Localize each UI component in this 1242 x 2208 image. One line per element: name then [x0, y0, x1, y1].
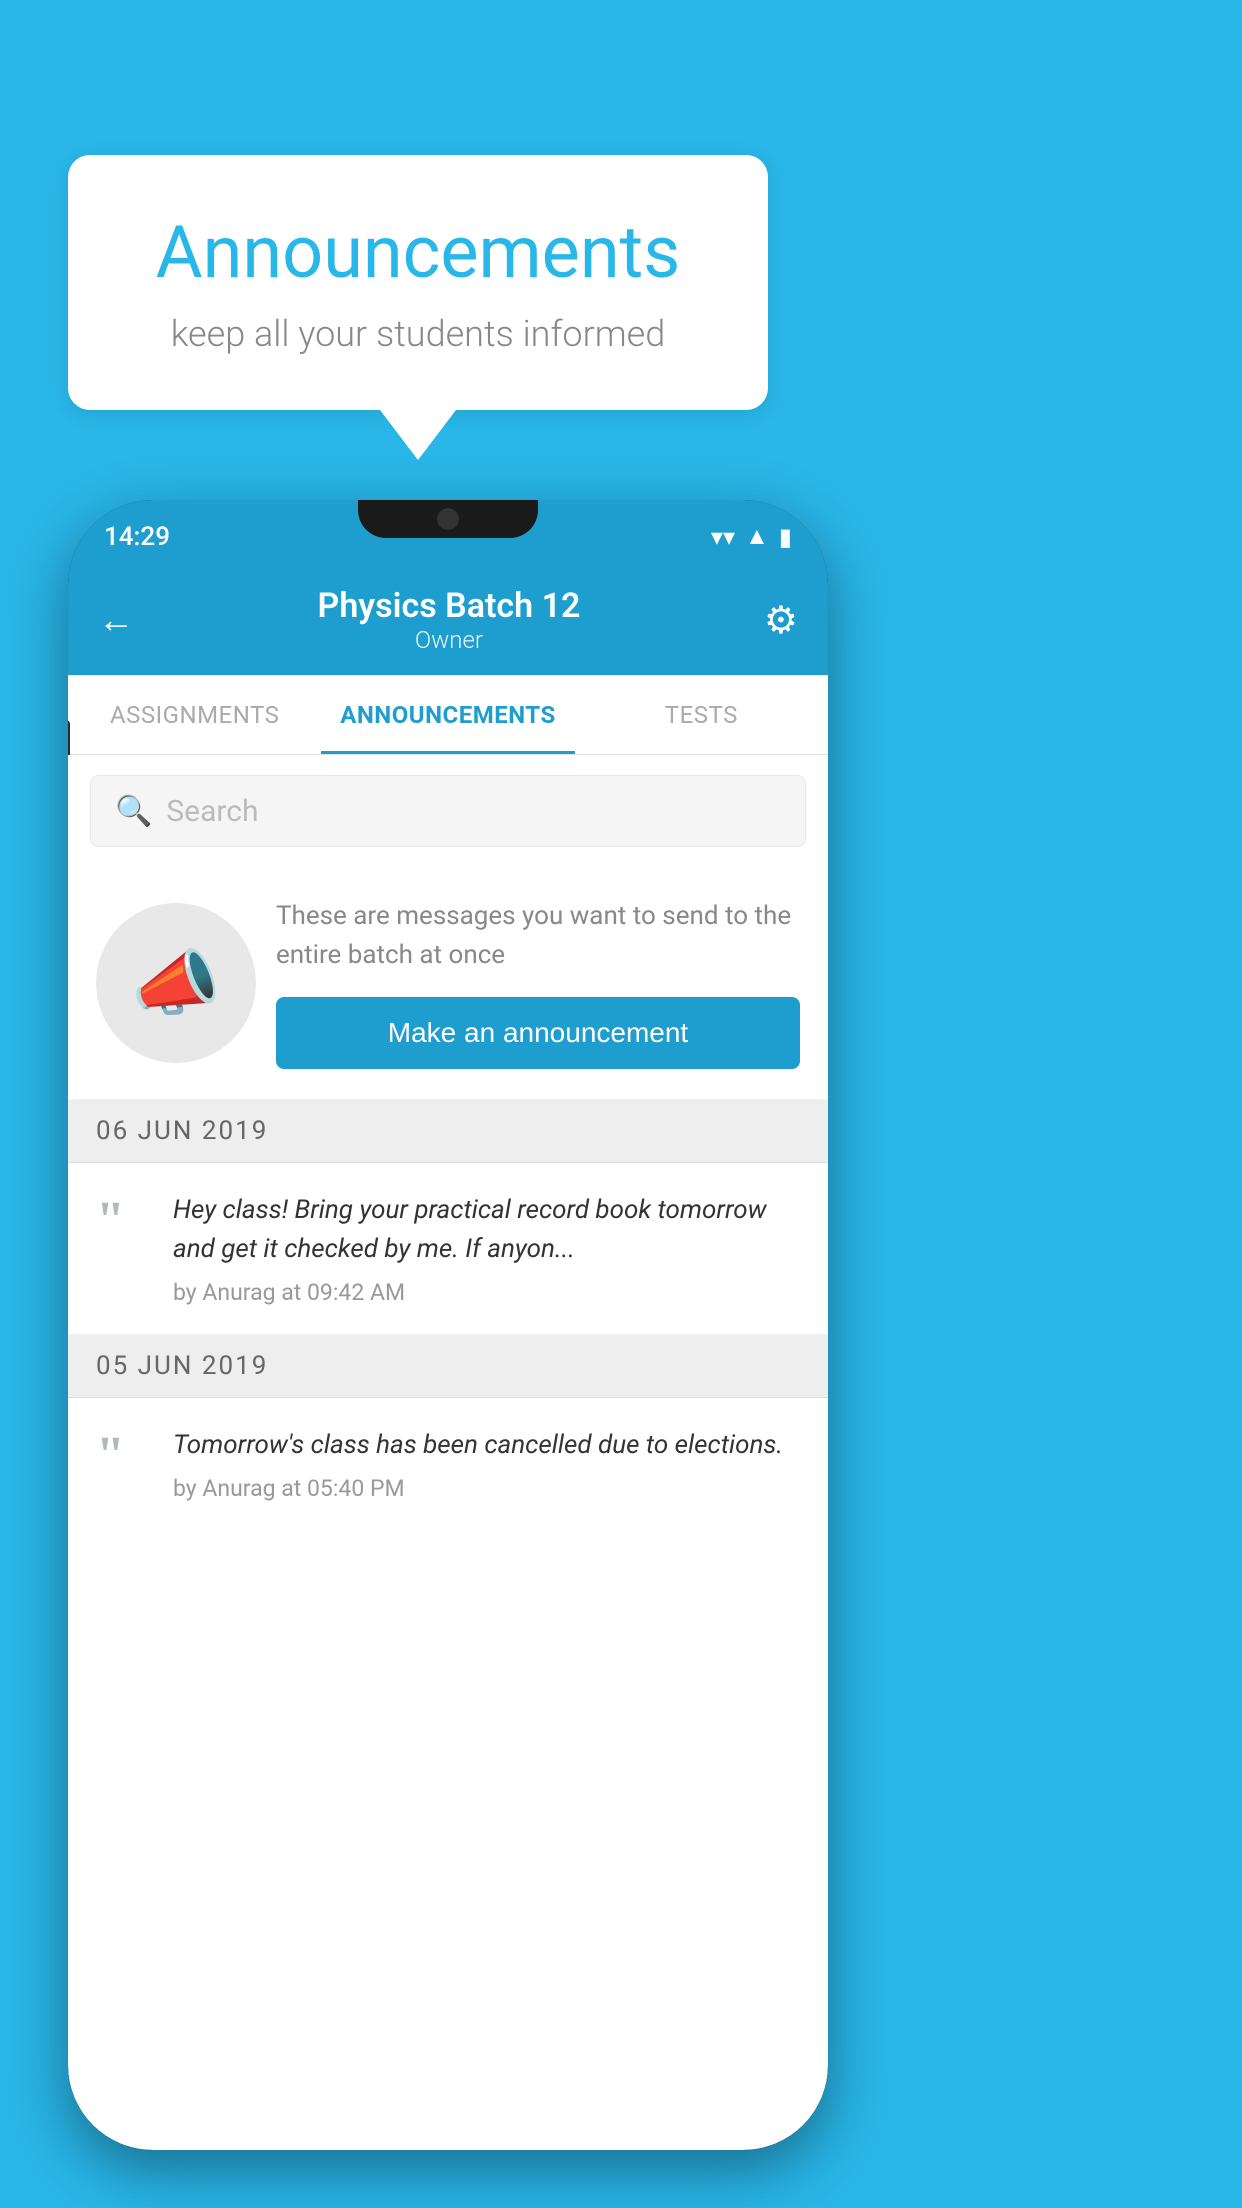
tabs-bar: ASSIGNMENTS ANNOUNCEMENTS TESTS	[68, 675, 828, 755]
wifi-icon: ▾▾	[711, 523, 735, 551]
status-time: 14:29	[104, 522, 170, 552]
tab-announcements[interactable]: ANNOUNCEMENTS	[321, 675, 574, 754]
app-header: ← Physics Batch 12 Owner ⚙	[68, 565, 828, 675]
announcement-icon-circle: 📣	[96, 903, 256, 1063]
speech-bubble-arrow	[380, 410, 456, 460]
date-header-2: 05 JUN 2019	[68, 1335, 828, 1398]
make-announcement-button[interactable]: Make an announcement	[276, 997, 800, 1069]
announcement-item-1: " Hey class! Bring your practical record…	[68, 1163, 828, 1335]
announcement-author-1: by Anurag at 09:42 AM	[173, 1279, 800, 1306]
promo-content: These are messages you want to send to t…	[276, 897, 800, 1069]
phone-notch	[358, 500, 538, 538]
search-bar[interactable]: 🔍 Search	[90, 775, 806, 847]
speech-bubble-container: Announcements keep all your students inf…	[68, 155, 768, 460]
header-subtitle: Owner	[318, 626, 581, 654]
promo-description: These are messages you want to send to t…	[276, 897, 800, 975]
announcement-message-2: Tomorrow's class has been cancelled due …	[173, 1426, 783, 1465]
speech-bubble: Announcements keep all your students inf…	[68, 155, 768, 410]
status-icons: ▾▾ ▲ ▮	[711, 522, 792, 551]
speech-bubble-subtitle: keep all your students informed	[128, 313, 708, 355]
signal-icon: ▲	[745, 522, 769, 551]
header-title-group: Physics Batch 12 Owner	[318, 586, 581, 654]
promo-section: 📣 These are messages you want to send to…	[68, 867, 828, 1100]
announcement-content-2: Tomorrow's class has been cancelled due …	[173, 1426, 783, 1502]
phone-camera	[437, 508, 459, 530]
battery-icon: ▮	[779, 523, 792, 551]
speech-bubble-title: Announcements	[128, 210, 708, 295]
phone-inner: 14:29 ▾▾ ▲ ▮ ← Physics Batch 12 Owner ⚙ …	[68, 500, 828, 2150]
search-icon: 🔍	[115, 794, 152, 829]
announcement-item-2: " Tomorrow's class has been cancelled du…	[68, 1398, 828, 1530]
quote-icon-2: "	[96, 1430, 151, 1482]
phone-frame: 14:29 ▾▾ ▲ ▮ ← Physics Batch 12 Owner ⚙ …	[68, 500, 828, 2150]
date-header-1: 06 JUN 2019	[68, 1100, 828, 1163]
search-placeholder: Search	[166, 794, 258, 829]
phone-screen: 🔍 Search 📣 These are messages you want t…	[68, 755, 828, 2150]
back-button[interactable]: ←	[98, 599, 134, 641]
settings-icon[interactable]: ⚙	[764, 598, 798, 643]
megaphone-icon: 📣	[131, 941, 221, 1026]
header-title: Physics Batch 12	[318, 586, 581, 626]
quote-icon-1: "	[96, 1195, 151, 1247]
announcement-message-1: Hey class! Bring your practical record b…	[173, 1191, 800, 1269]
announcement-author-2: by Anurag at 05:40 PM	[173, 1475, 783, 1502]
announcement-content-1: Hey class! Bring your practical record b…	[173, 1191, 800, 1306]
tab-tests[interactable]: TESTS	[575, 675, 828, 754]
tab-assignments[interactable]: ASSIGNMENTS	[68, 675, 321, 754]
